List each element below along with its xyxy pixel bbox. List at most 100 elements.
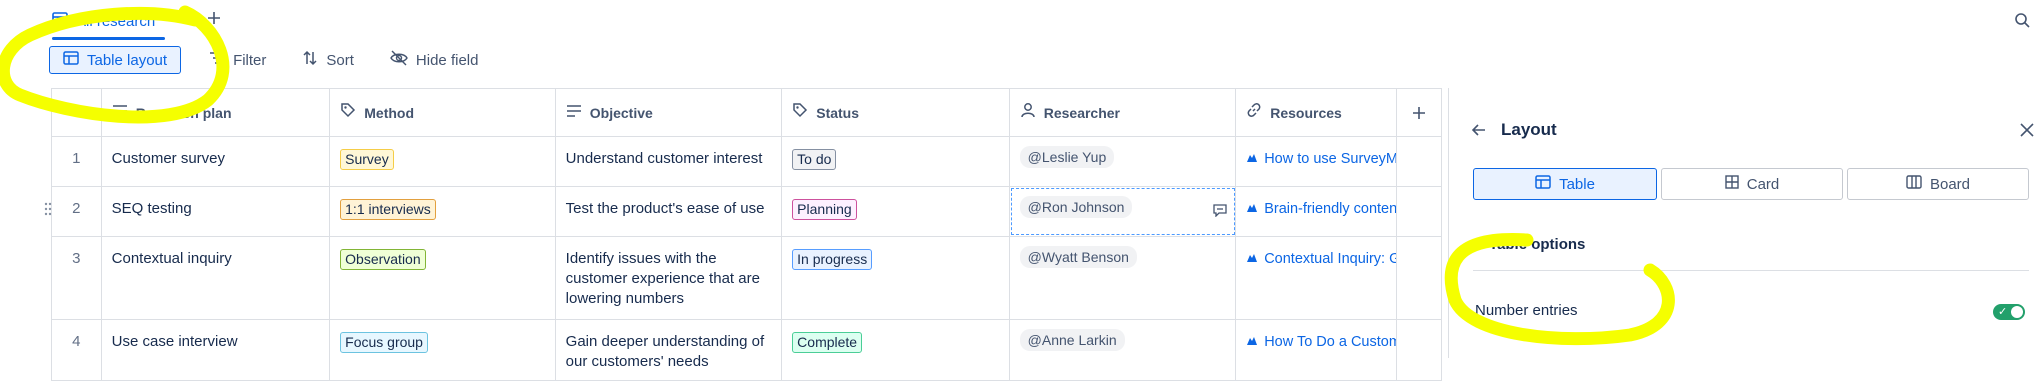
add-column-button[interactable] [1397, 89, 1442, 136]
researcher-cell[interactable]: @Leslie Yup [1010, 137, 1237, 186]
researcher-mention[interactable]: @Ron Johnson [1019, 196, 1133, 218]
hide-field-button[interactable]: Hide field [382, 47, 487, 73]
view-tab-all-research[interactable]: All research [52, 6, 166, 40]
layout-option-board[interactable]: Board [1847, 168, 2029, 200]
status-badge: Complete [792, 332, 863, 353]
tag-icon [792, 102, 808, 123]
method-cell[interactable]: Observation [330, 237, 556, 319]
sort-label: Sort [326, 51, 354, 69]
row-number: 1 [52, 137, 102, 186]
researcher-mention[interactable]: @Anne Larkin [1019, 329, 1125, 351]
method-cell[interactable]: Survey [330, 137, 556, 186]
drag-handle-icon[interactable] [44, 202, 52, 222]
column-header-status[interactable]: Status [782, 89, 1010, 136]
research-plan-cell[interactable]: SEQ testing [102, 187, 331, 236]
column-header-researcher[interactable]: Researcher [1010, 89, 1237, 136]
atlassian-icon [1246, 149, 1258, 169]
toolbar: Table layout Filter Sort Hide field [49, 46, 486, 74]
empty-cell [1397, 237, 1442, 319]
sort-button[interactable]: Sort [294, 47, 362, 73]
researcher-cell[interactable]: @Wyatt Benson [1010, 237, 1237, 319]
objective-cell[interactable]: Test the product's ease of use [556, 187, 783, 236]
search-icon[interactable] [2014, 12, 2030, 28]
method-tag: Focus group [340, 332, 428, 353]
arrow-left-icon[interactable] [1471, 122, 1487, 143]
empty-cell [1397, 187, 1442, 236]
researcher-mention[interactable]: @Wyatt Benson [1019, 246, 1137, 268]
resources-cell[interactable]: Brain-friendly content to [1236, 187, 1398, 236]
researcher-mention[interactable]: @Leslie Yup [1019, 146, 1115, 168]
grid-icon [1725, 175, 1739, 193]
filter-button[interactable]: Filter [201, 47, 274, 73]
status-cell[interactable]: Planning [782, 187, 1010, 236]
column-header-label: Method [364, 104, 415, 121]
research-plan-cell[interactable]: Contextual inquiry [102, 237, 331, 319]
layout-option-label: Table [1559, 175, 1595, 193]
resource-link[interactable]: Brain-friendly content to [1246, 199, 1396, 219]
add-view-button[interactable] [205, 9, 223, 27]
objective-cell[interactable]: Understand customer interest [556, 137, 783, 186]
comment-icon[interactable] [1213, 203, 1227, 223]
number-entries-toggle[interactable]: ✓ [1993, 304, 2025, 320]
table-layout-button[interactable]: Table layout [49, 46, 182, 74]
filter-label: Filter [233, 51, 267, 69]
column-header-resources[interactable]: Resources [1236, 89, 1398, 136]
row-number: 4 [52, 320, 102, 380]
research-plan-cell[interactable]: Customer survey [102, 137, 331, 186]
table-header-row: Research plan Method Objective Status Re… [52, 89, 1442, 137]
resource-link[interactable]: How to use SurveyMonkey [1246, 149, 1396, 169]
resource-link[interactable]: How To Do a Customer I [1246, 332, 1396, 352]
layout-option-table[interactable]: Table [1473, 168, 1657, 200]
toggle-knob [2011, 306, 2023, 318]
tag-icon [340, 102, 356, 123]
atlassian-icon [1246, 332, 1258, 352]
researcher-cell[interactable]: @Ron Johnson [1010, 187, 1237, 236]
layout-option-card[interactable]: Card [1661, 168, 1843, 200]
close-icon[interactable] [2019, 122, 2035, 143]
divider [1473, 270, 2029, 271]
layout-panel: Layout Table Card Board Table options Nu… [1448, 88, 2037, 358]
column-header-objective[interactable]: Objective [556, 89, 783, 136]
filter-icon [209, 51, 225, 69]
resources-cell[interactable]: Contextual Inquiry: Get T [1236, 237, 1398, 319]
table-row[interactable]: 1 Customer survey Survey Understand cust… [52, 137, 1442, 187]
number-entries-label: Number entries [1475, 302, 1578, 319]
method-tag: Observation [340, 249, 426, 270]
status-badge: To do [792, 149, 837, 170]
method-cell[interactable]: 1:1 interviews [330, 187, 556, 236]
board-icon [1906, 175, 1922, 193]
table-row[interactable]: 3 Contextual inquiry Observation Identif… [52, 237, 1442, 320]
status-cell[interactable]: Complete [782, 320, 1010, 380]
eye-off-icon [390, 50, 408, 70]
column-header-label: Researcher [1043, 104, 1120, 121]
resource-link[interactable]: Contextual Inquiry: Get T [1246, 249, 1396, 269]
method-tag: 1:1 interviews [340, 199, 436, 220]
check-icon: ✓ [1998, 306, 2008, 318]
atlassian-icon [1246, 199, 1258, 219]
table-row[interactable]: 2 SEQ testing 1:1 interviews Test the pr… [44, 187, 1442, 237]
method-cell[interactable]: Focus group [330, 320, 556, 380]
table-row[interactable]: 4 Use case interview Focus group Gain de… [52, 320, 1442, 381]
researcher-cell[interactable]: @Anne Larkin [1010, 320, 1237, 380]
view-tab-label: All research [76, 12, 156, 30]
atlassian-icon [1246, 249, 1258, 269]
hide-field-label: Hide field [415, 51, 479, 69]
objective-cell[interactable]: Gain deeper understanding of our custome… [556, 320, 783, 380]
table-options-heading: Table options [1489, 236, 1586, 253]
status-badge: Planning [792, 199, 857, 220]
resources-cell[interactable]: How to use SurveyMonkey [1236, 137, 1398, 186]
column-header-research-plan[interactable]: Research plan [102, 89, 331, 136]
empty-cell [1397, 320, 1442, 380]
resources-cell[interactable]: How To Do a Customer I [1236, 320, 1398, 380]
status-cell[interactable]: In progress [782, 237, 1010, 319]
column-header-method[interactable]: Method [330, 89, 556, 136]
chevron-down-icon[interactable] [170, 12, 184, 26]
objective-cell[interactable]: Identify issues with the customer experi… [556, 237, 783, 319]
row-number-header [52, 89, 102, 136]
column-header-label: Resources [1270, 104, 1342, 121]
status-cell[interactable]: To do [782, 137, 1010, 186]
row-number: 2 [44, 187, 102, 236]
research-plan-cell[interactable]: Use case interview [102, 320, 331, 380]
column-header-label: Status [816, 104, 860, 121]
resource-link-text: How to use SurveyMonkey [1264, 151, 1398, 167]
